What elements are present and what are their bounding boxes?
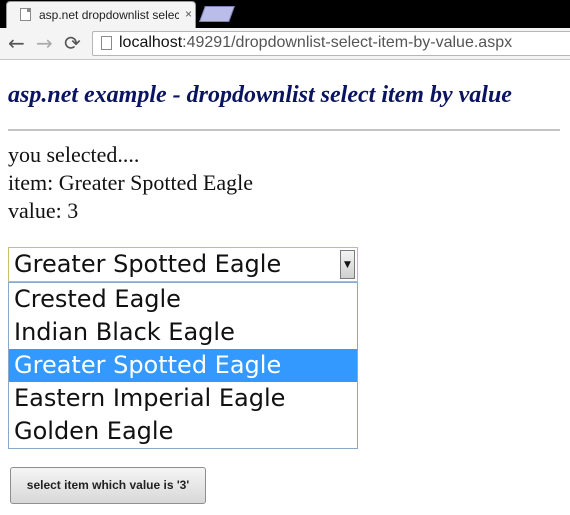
result-header: you selected.... xyxy=(8,142,140,167)
dropdown-option[interactable]: Crested Eagle xyxy=(9,283,357,316)
tab-close-icon[interactable]: × xyxy=(185,7,192,21)
reload-icon[interactable]: ⟳ xyxy=(64,32,81,54)
page-icon xyxy=(101,36,112,50)
forward-arrow-icon[interactable]: → xyxy=(36,32,53,54)
divider xyxy=(8,129,560,131)
tab-title: asp.net dropdownlist selec xyxy=(39,8,179,22)
back-arrow-icon[interactable]: ← xyxy=(8,32,25,54)
dropdown-options-list[interactable]: Crested Eagle Indian Black Eagle Greater… xyxy=(8,282,358,449)
page-favicon-icon xyxy=(20,8,31,21)
dropdown-option[interactable]: Golden Eagle xyxy=(9,415,357,448)
result-value: value: 3 xyxy=(8,198,79,223)
url-text[interactable]: localhost:49291/dropdownlist-select-item… xyxy=(119,34,512,52)
url-host: localhost xyxy=(119,34,183,51)
page-title: asp.net example - dropdownlist select it… xyxy=(8,82,512,108)
address-bar[interactable]: localhost:49291/dropdownlist-select-item… xyxy=(92,31,570,56)
dropdown-option[interactable]: Greater Spotted Eagle xyxy=(9,349,357,382)
dropdown-arrow-icon[interactable]: ▼ xyxy=(340,250,355,279)
dropdown-option[interactable]: Eastern Imperial Eagle xyxy=(9,382,357,415)
select-by-value-button[interactable]: select item which value is '3' xyxy=(10,467,206,504)
eagle-dropdown[interactable]: Greater Spotted Eagle ▼ xyxy=(8,247,358,282)
url-path: :49291/dropdownlist-select-item-by-value… xyxy=(182,34,513,51)
tab-strip: asp.net dropdownlist selec × xyxy=(0,0,570,28)
browser-tab[interactable]: asp.net dropdownlist selec × xyxy=(6,1,196,28)
browser-toolbar: ← → ⟳ localhost:49291/dropdownlist-selec… xyxy=(0,28,570,60)
new-tab-button[interactable] xyxy=(199,6,235,22)
dropdown-selected-value: Greater Spotted Eagle xyxy=(14,250,282,278)
dropdown-option[interactable]: Indian Black Eagle xyxy=(9,316,357,349)
result-item: item: Greater Spotted Eagle xyxy=(8,170,253,195)
